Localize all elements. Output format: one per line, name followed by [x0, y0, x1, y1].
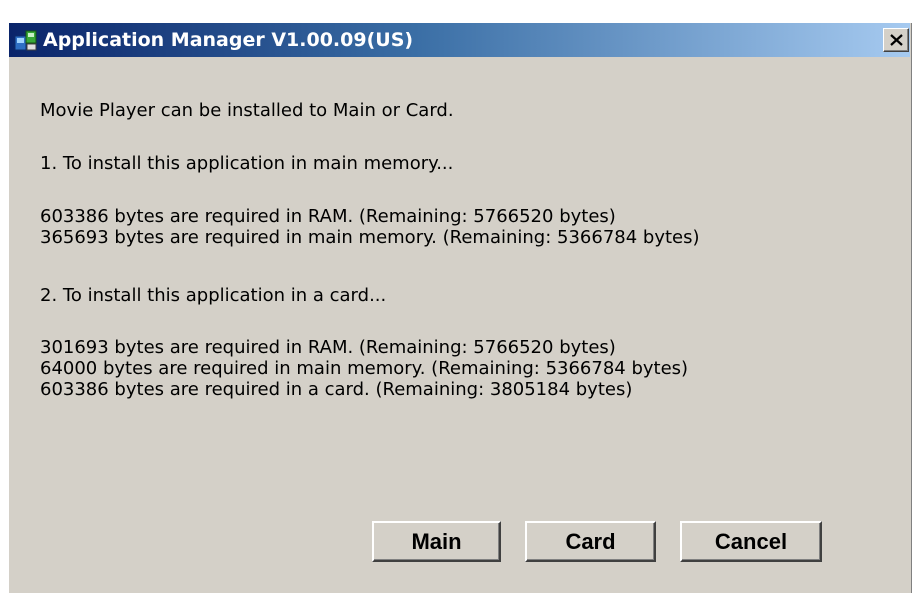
option2-line: 64000 bytes are required in main memory.…	[40, 358, 689, 379]
option2-line: 301693 bytes are required in RAM. (Remai…	[40, 337, 616, 358]
window-title: Application Manager V1.00.09(US)	[43, 29, 414, 51]
close-button[interactable]	[883, 28, 909, 52]
option1-line: 365693 bytes are required in main memory…	[40, 227, 700, 248]
close-icon	[890, 34, 903, 46]
app-manager-icon	[14, 28, 38, 52]
main-button[interactable]: Main	[372, 521, 501, 562]
option2-line: 603386 bytes are required in a card. (Re…	[40, 379, 633, 400]
title-bar[interactable]: Application Manager V1.00.09(US)	[9, 23, 910, 57]
intro-text: Movie Player can be installed to Main or…	[40, 100, 454, 121]
card-button[interactable]: Card	[525, 521, 656, 562]
option1-line: 603386 bytes are required in RAM. (Remai…	[40, 206, 616, 227]
cancel-button[interactable]: Cancel	[680, 521, 822, 562]
option1-heading: 1. To install this application in main m…	[40, 153, 454, 174]
option2-heading: 2. To install this application in a card…	[40, 285, 387, 306]
